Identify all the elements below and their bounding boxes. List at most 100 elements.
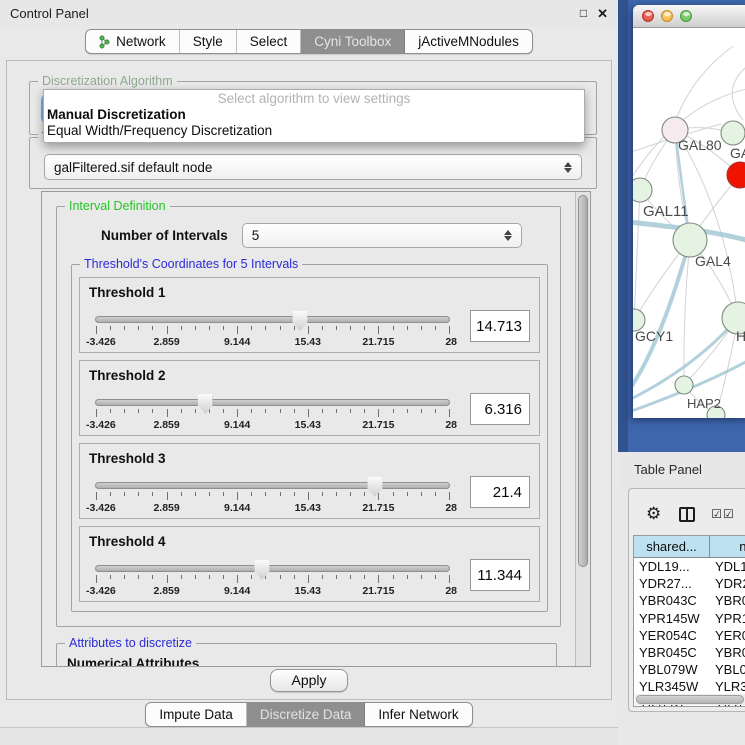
tick-mark (364, 326, 365, 330)
tick-mark (152, 326, 153, 330)
tick-mark (138, 409, 139, 413)
table-cell: YBR0 (710, 644, 745, 661)
tab-impute-data[interactable]: Impute Data (146, 703, 247, 726)
tick-mark (378, 326, 379, 334)
column-header-2[interactable]: name (710, 536, 745, 558)
tab-network[interactable]: Network (86, 30, 180, 53)
dropdown-option-equal-width[interactable]: Equal Width/Frequency Discretization (44, 123, 584, 139)
select-columns-icon[interactable]: ☑☑ (711, 507, 735, 521)
scale-label: 21.715 (362, 502, 394, 514)
zoom-traffic-light[interactable] (680, 10, 692, 22)
table-cell: YDL1 (710, 558, 745, 575)
scale-label: 15.43 (295, 419, 321, 431)
vertical-scrollbar[interactable] (575, 192, 590, 666)
thresholds-group: Threshold's Coordinates for 5 Intervals … (71, 264, 548, 612)
threshold-body: -3.4262.8599.14415.4321.71528 14.713 (89, 310, 530, 349)
tick-mark (195, 575, 196, 579)
tick-mark (336, 409, 337, 413)
number-of-intervals-row: Number of Intervals 5 (101, 223, 552, 248)
tab-select[interactable]: Select (237, 30, 302, 53)
table-row[interactable]: YPR145WYPR1 (634, 610, 745, 627)
threshold-panel-3: Threshold 3-3.4262.8599.14415.4321.71528… (79, 443, 540, 519)
tick-mark (209, 575, 210, 579)
table-header-row: shared...name (634, 536, 745, 558)
threshold-value-field[interactable]: 11.344 (470, 559, 530, 591)
combo-arrows-icon (504, 230, 512, 241)
table-row[interactable]: YDR27...YDR2 (634, 575, 745, 592)
threshold-body: -3.4262.8599.14415.4321.71528 21.4 (89, 476, 530, 515)
table-row[interactable]: YLR345WYLR3 (634, 678, 745, 695)
table-row[interactable]: YBR043CYBR0 (634, 592, 745, 609)
tab-label: Impute Data (159, 707, 233, 722)
network-node[interactable] (673, 223, 707, 257)
scale-label: 2.859 (153, 336, 179, 348)
tick-mark (294, 492, 295, 496)
close-icon[interactable]: ✕ (597, 7, 608, 20)
network-node[interactable] (675, 376, 693, 394)
tick-mark (195, 326, 196, 330)
tick-mark (336, 575, 337, 579)
tick-mark (195, 409, 196, 413)
horizontal-scrollbar[interactable] (635, 694, 745, 705)
tab-cyni-toolbox[interactable]: Cyni Toolbox (301, 30, 405, 53)
network-window[interactable]: GAL80GAGAL11GAL4GCY1HHAP2 (633, 5, 745, 418)
columns-icon[interactable] (679, 507, 695, 522)
tick-mark (294, 326, 295, 330)
algorithm-dropdown-popup: Select algorithm to view settings Manual… (43, 89, 585, 143)
vertical-scrollbar-thumb[interactable] (578, 195, 588, 567)
node-label: GCY1 (635, 328, 673, 344)
tick-mark (110, 409, 111, 413)
tick-mark (322, 409, 323, 413)
scale-label: -3.426 (86, 585, 116, 597)
horizontal-scrollbar-thumb[interactable] (636, 695, 744, 704)
threshold-value-field[interactable]: 6.316 (470, 393, 530, 425)
float-window-icon[interactable]: □ (580, 7, 587, 19)
threshold-slider[interactable]: -3.4262.8599.14415.4321.71528 (89, 565, 456, 598)
tick-mark (435, 492, 436, 496)
slider-scale-labels: -3.4262.8599.14415.4321.71528 (96, 419, 449, 432)
tab-style[interactable]: Style (180, 30, 237, 53)
table-cell: YDL19... (634, 558, 710, 575)
tab-infer-network[interactable]: Infer Network (365, 703, 471, 726)
tick-mark (124, 409, 125, 413)
threshold-slider[interactable]: -3.4262.8599.14415.4321.71528 (89, 482, 456, 515)
node-table[interactable]: shared...name YDL19...YDL1YDR27...YDR2YB… (633, 535, 745, 707)
combo-arrows-icon (564, 162, 572, 173)
threshold-value-field[interactable]: 21.4 (470, 476, 530, 508)
panel-title: Control Panel (10, 6, 89, 21)
tick-mark (280, 575, 281, 579)
control-panel: Control Panel □ ✕ NetworkStyleSelectCyni… (0, 0, 618, 745)
threshold-value-field[interactable]: 14.713 (470, 310, 530, 342)
table-row[interactable]: YER054CYER0 (634, 627, 745, 644)
tab-discretize-data[interactable]: Discretize Data (247, 703, 366, 726)
tick-mark (110, 492, 111, 496)
table-cell: YDR2 (710, 575, 745, 592)
tick-mark (350, 575, 351, 579)
network-node[interactable] (721, 121, 745, 145)
tick-mark (435, 409, 436, 413)
apply-button[interactable]: Apply (270, 669, 347, 692)
tick-mark (364, 575, 365, 579)
close-traffic-light[interactable] (642, 10, 654, 22)
minimize-traffic-light[interactable] (661, 10, 673, 22)
tick-mark (350, 492, 351, 496)
tick-mark (449, 492, 450, 500)
threshold-slider[interactable]: -3.4262.8599.14415.4321.71528 (89, 316, 456, 349)
threshold-label: Threshold 4 (89, 534, 530, 549)
network-node[interactable] (633, 178, 652, 202)
dropdown-prompt: Select algorithm to view settings (44, 91, 584, 107)
number-of-intervals-combobox[interactable]: 5 (242, 223, 522, 248)
threshold-slider[interactable]: -3.4262.8599.14415.4321.71528 (89, 399, 456, 432)
table-row[interactable]: YBR045CYBR0 (634, 644, 745, 661)
right-side: GAL80GAGAL11GAL4GCY1HHAP2 Table Panel ⚙ … (618, 0, 745, 745)
node-label: HAP2 (687, 396, 721, 411)
table-data-combobox[interactable]: galFiltered.sif default node (44, 154, 582, 180)
network-canvas[interactable]: GAL80GAGAL11GAL4GCY1HHAP2 (633, 28, 745, 418)
table-row[interactable]: YDL19...YDL1 (634, 558, 745, 575)
tab-jactivemnodules[interactable]: jActiveMNodules (405, 30, 532, 53)
tick-mark (393, 326, 394, 330)
gear-icon[interactable]: ⚙ (646, 504, 661, 524)
dropdown-option-manual[interactable]: Manual Discretization (44, 107, 584, 123)
column-header-1[interactable]: shared... (634, 536, 710, 558)
table-row[interactable]: YBL079WYBL0 (634, 661, 745, 678)
